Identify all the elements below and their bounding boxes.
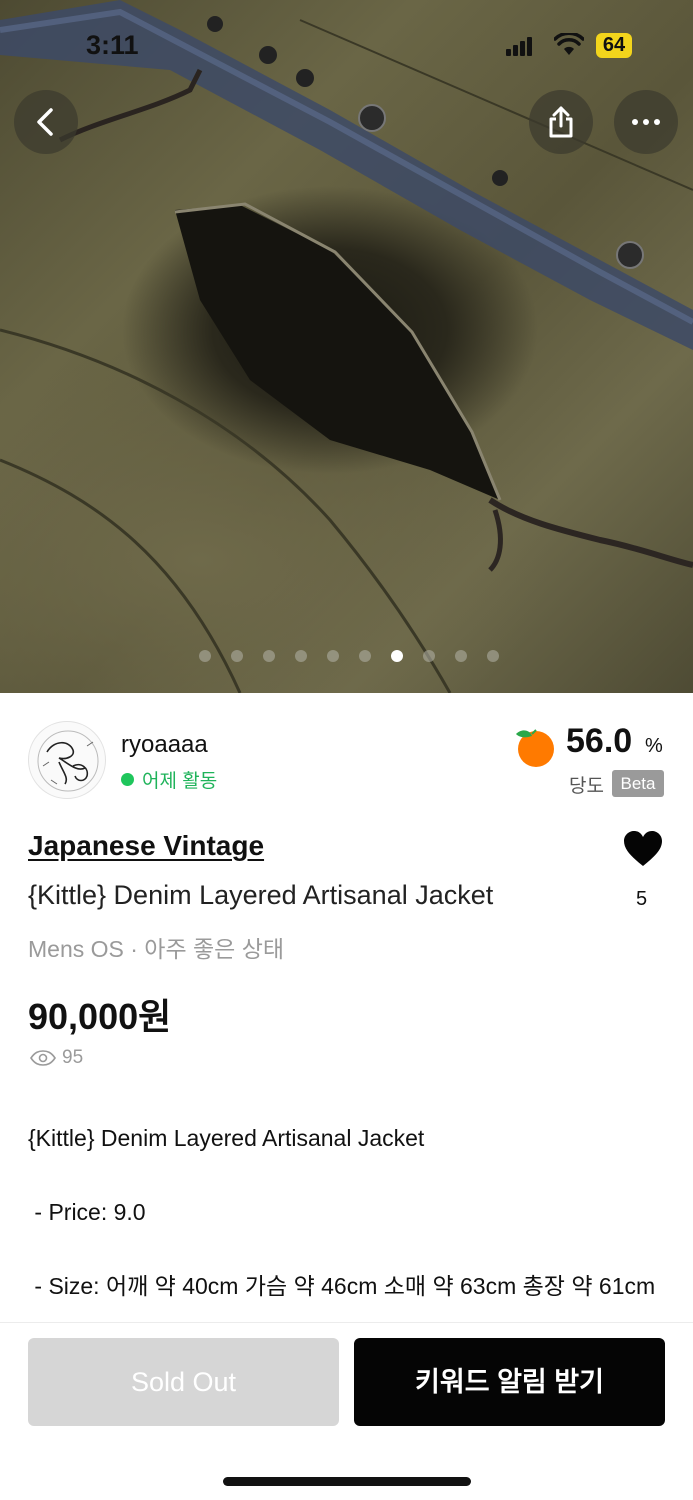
back-button[interactable]	[14, 90, 78, 154]
beta-badge: Beta	[612, 770, 664, 797]
like-heart-icon[interactable]	[622, 830, 664, 868]
brand-link[interactable]: Japanese Vintage	[28, 830, 264, 862]
seller-name[interactable]: ryoaaaa	[121, 731, 208, 759]
view-count: 95	[30, 1047, 83, 1069]
description-line: - Size: 어깨 약 40cm 가슴 약 46cm 소매 약 63cm 총장…	[28, 1273, 656, 1299]
keyword-alert-button[interactable]: 키워드 알림 받기	[354, 1338, 665, 1426]
description-line: {Kittle} Denim Layered Artisanal Jacket	[28, 1125, 425, 1151]
status-time: 3:11	[86, 30, 139, 60]
view-count-value: 95	[62, 1047, 84, 1068]
gallery-dot[interactable]	[422, 650, 435, 662]
battery-indicator: 64	[596, 33, 632, 58]
product-description: {Kittle} Denim Layered Artisanal Jacket …	[28, 1120, 668, 1320]
sweetness-rating-value: 56.0	[566, 722, 633, 760]
seller-activity-status: 어제 활동	[121, 766, 217, 793]
gallery-dot[interactable]	[390, 650, 403, 662]
like-count: 5	[636, 888, 648, 910]
more-icon	[632, 119, 660, 125]
eye-icon	[30, 1050, 56, 1066]
cellular-signal-icon	[506, 36, 534, 56]
gallery-pagination[interactable]	[0, 650, 693, 662]
share-icon	[549, 106, 573, 138]
chevron-left-icon	[37, 108, 53, 136]
product-price: 90,000원	[28, 996, 172, 1037]
gallery-dot[interactable]	[262, 650, 275, 662]
more-options-button[interactable]	[614, 90, 678, 154]
gallery-dot[interactable]	[486, 650, 499, 662]
orange-fruit-icon	[516, 729, 554, 767]
gallery-dot[interactable]	[198, 650, 211, 662]
status-bar: 3:11 64	[0, 0, 693, 90]
wifi-icon	[554, 33, 584, 55]
share-button[interactable]	[529, 90, 593, 154]
product-title: {Kittle} Denim Layered Artisanal Jacket	[28, 880, 494, 910]
sweetness-label: 당도	[569, 776, 604, 797]
bottom-action-bar: Sold Out 키워드 알림 받기	[0, 1322, 693, 1500]
seller-activity-text: 어제 활동	[142, 771, 218, 792]
gallery-dot[interactable]	[326, 650, 339, 662]
sold-out-button[interactable]: Sold Out	[28, 1338, 339, 1426]
product-size-condition: Mens OS · 아주 좋은 상태	[28, 936, 285, 962]
online-dot-icon	[121, 773, 134, 786]
product-photo	[0, 0, 693, 693]
gallery-dot[interactable]	[230, 650, 243, 662]
gallery-dot[interactable]	[358, 650, 371, 662]
seller-avatar[interactable]	[28, 721, 106, 799]
description-line: - Price: 9.0	[28, 1199, 146, 1225]
seller-logo-image	[37, 730, 99, 792]
sweetness-rating-unit: %	[645, 735, 663, 757]
gallery-dot[interactable]	[454, 650, 467, 662]
home-indicator[interactable]	[223, 1477, 471, 1486]
gallery-dot[interactable]	[294, 650, 307, 662]
product-image-gallery[interactable]: 3:11 64	[0, 0, 693, 693]
